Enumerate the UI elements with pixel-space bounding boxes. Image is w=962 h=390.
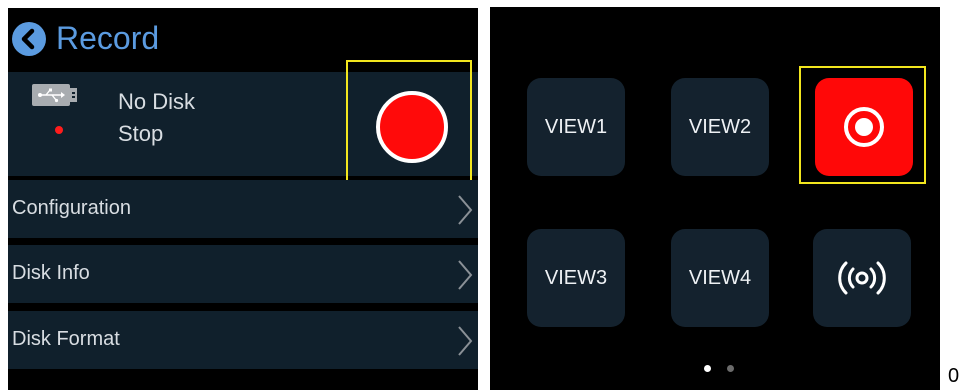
record-tile[interactable] bbox=[815, 78, 913, 176]
menu-item-configuration[interactable]: Configuration bbox=[8, 180, 478, 238]
usb-drive-icon bbox=[32, 84, 77, 106]
view2-tile[interactable]: VIEW2 bbox=[671, 78, 769, 176]
record-icon bbox=[844, 107, 884, 147]
home-screen: VIEW1 VIEW2 VIEW3 VIEW4 bbox=[490, 7, 940, 390]
chevron-right-icon bbox=[458, 260, 473, 290]
menu-item-label: Disk Info bbox=[12, 262, 90, 284]
page-title: Record bbox=[56, 20, 160, 56]
tile-label: VIEW1 bbox=[544, 115, 608, 138]
menu-item-disk-info[interactable]: Disk Info bbox=[8, 245, 478, 303]
record-status-text: Stop bbox=[118, 121, 164, 146]
back-arrow-icon bbox=[21, 28, 35, 50]
record-header: Record bbox=[8, 8, 478, 68]
view4-tile[interactable]: VIEW4 bbox=[671, 229, 769, 327]
red-dot-icon bbox=[55, 126, 63, 134]
menu-item-label: Disk Format bbox=[12, 328, 120, 350]
menu-item-label: Configuration bbox=[12, 197, 131, 219]
page-dot-active bbox=[704, 365, 711, 372]
tile-label: VIEW2 bbox=[688, 115, 752, 138]
broadcast-icon bbox=[838, 261, 886, 295]
menu-item-disk-format[interactable]: Disk Format bbox=[8, 311, 478, 369]
back-button[interactable] bbox=[12, 22, 46, 56]
record-button[interactable] bbox=[376, 91, 448, 163]
view3-tile[interactable]: VIEW3 bbox=[527, 229, 625, 327]
tile-label: VIEW3 bbox=[544, 266, 608, 289]
chevron-right-icon bbox=[458, 326, 473, 356]
broadcast-tile[interactable] bbox=[813, 229, 911, 327]
page-indicator bbox=[700, 365, 740, 375]
disk-status-text: No Disk bbox=[118, 89, 196, 114]
record-screen: Record No Disk Stop Configuration Disk I… bbox=[8, 8, 478, 390]
view1-tile[interactable]: VIEW1 bbox=[527, 78, 625, 176]
chevron-right-icon bbox=[458, 195, 473, 225]
page-dot-inactive[interactable] bbox=[727, 365, 734, 372]
tile-label: VIEW4 bbox=[688, 266, 752, 289]
cut-off-text: 0 bbox=[948, 365, 960, 387]
